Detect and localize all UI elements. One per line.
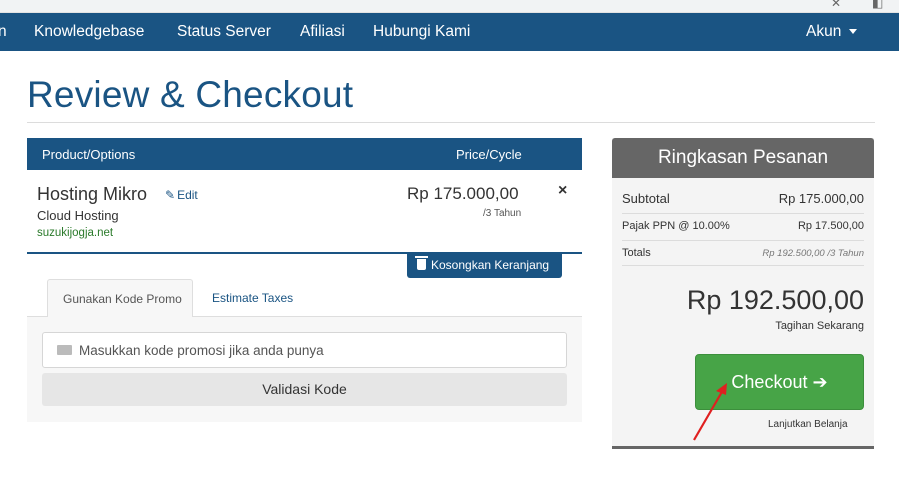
total-due-note: Tagihan Sekarang (775, 320, 864, 332)
promo-code-input[interactable] (79, 333, 559, 367)
empty-cart-label: Kosongkan Keranjang (431, 258, 550, 272)
totals-label: Totals (622, 247, 651, 259)
subtotal-value: Rp 175.000,00 (778, 191, 864, 206)
totals-value: Rp 192.500,00 /3 Tahun (762, 248, 864, 259)
item-cycle: /3 Tahun (483, 208, 522, 219)
cart-table-header: Product/Options Price/Cycle (27, 138, 582, 170)
summary-divider (622, 213, 864, 214)
top-navbar: n Knowledgebase Status Server Afiliasi H… (0, 13, 899, 51)
total-due: Rp 192.500,00 (686, 285, 864, 315)
tax-label: Pajak PPN @ 10.00% (622, 220, 730, 232)
checkout-label: Checkout (731, 372, 808, 392)
tab-promo-code[interactable]: Gunakan Kode Promo (47, 279, 193, 317)
page-title: Review & Checkout (27, 74, 354, 115)
order-summary-title: Ringkasan Pesanan (612, 138, 874, 178)
edit-link[interactable]: ✎ Edit (165, 188, 198, 202)
summary-divider (622, 240, 864, 241)
caret-down-icon (849, 29, 858, 35)
title-divider (27, 122, 875, 123)
extension-icon[interactable]: ◧ (872, 0, 883, 10)
summary-divider (622, 265, 864, 266)
account-label: Akun (806, 23, 842, 40)
edit-label: Edit (177, 188, 198, 202)
column-header-product: Product/Options (42, 147, 136, 162)
product-domain: suzukijogja.net (37, 227, 114, 239)
ticket-icon (57, 345, 72, 355)
nav-item-hubungi-kami[interactable]: Hubungi Kami (373, 23, 470, 41)
tax-value: Rp 17.500,00 (797, 220, 864, 232)
pencil-icon: ✎ (165, 188, 176, 202)
trash-icon (415, 256, 428, 270)
checkout-button[interactable]: Checkout ➔ (695, 354, 864, 410)
nav-item-knowledgebase[interactable]: Knowledgebase (34, 23, 144, 41)
arrow-right-icon: ➔ (812, 372, 828, 392)
nav-item-afiliasi[interactable]: Afiliasi (300, 23, 345, 41)
column-header-price: Price/Cycle (456, 147, 522, 162)
nav-item-partial[interactable]: n (0, 23, 7, 41)
empty-cart-button[interactable]: Kosongkan Keranjang (407, 253, 562, 278)
remove-item-button[interactable]: × (558, 182, 567, 200)
item-price: Rp 175.000,00 (407, 184, 519, 203)
account-menu[interactable]: Akun (806, 23, 858, 41)
nav-item-status-server[interactable]: Status Server (177, 23, 271, 41)
close-icon[interactable]: ✕ (831, 0, 841, 10)
validate-code-button[interactable]: Validasi Kode (42, 373, 567, 406)
tab-estimate-taxes[interactable]: Estimate Taxes (212, 291, 293, 305)
product-group: Cloud Hosting (37, 208, 119, 223)
continue-shopping-link[interactable]: Lanjutkan Belanja (768, 419, 848, 430)
browser-strip: ✕ ◧ (0, 0, 899, 13)
subtotal-label: Subtotal (622, 191, 670, 206)
product-name: Hosting Mikro (37, 184, 148, 204)
promo-input-group (42, 332, 567, 368)
